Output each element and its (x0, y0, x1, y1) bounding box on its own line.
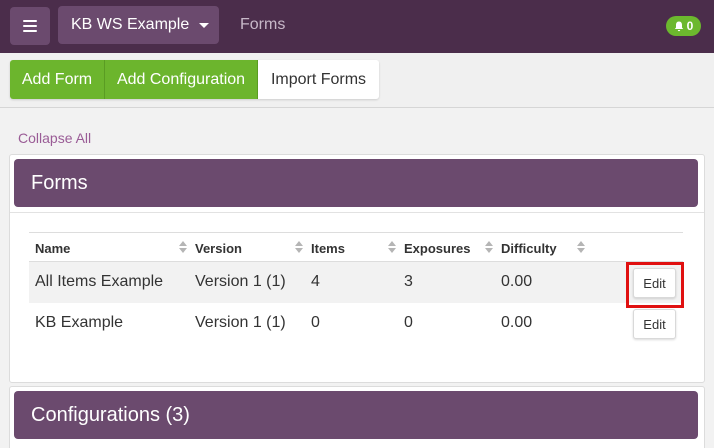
configurations-panel: Configurations (3) (9, 386, 705, 448)
bell-icon (674, 21, 683, 31)
cell-items: 4 (311, 273, 320, 290)
sort-icon[interactable] (179, 241, 187, 254)
toolbar-button-group: Add Form Add Configuration Import Forms (10, 60, 379, 99)
menu-button[interactable] (10, 7, 50, 45)
column-header-exposures[interactable]: Exposures (404, 241, 470, 256)
sort-icon[interactable] (388, 241, 396, 254)
configurations-panel-header[interactable]: Configurations (3) (14, 391, 698, 439)
page-title: Forms (240, 16, 286, 33)
column-header-difficulty[interactable]: Difficulty (501, 241, 557, 256)
table-row: KB Example Version 1 (1) 0 0 0.00 Edit (29, 303, 683, 344)
column-header-name[interactable]: Name (35, 241, 70, 256)
import-forms-button[interactable]: Import Forms (258, 60, 379, 99)
collapse-all-link[interactable]: Collapse All (18, 130, 91, 146)
notifications-badge[interactable]: 0 (666, 16, 701, 36)
notification-count: 0 (686, 19, 694, 33)
cell-name: All Items Example (35, 273, 164, 290)
cell-version: Version 1 (1) (195, 314, 286, 331)
caret-down-icon (199, 22, 210, 28)
workspace-dropdown[interactable]: KB WS Example (58, 6, 219, 44)
column-header-items[interactable]: Items (311, 241, 345, 256)
forms-panel-title: Forms (31, 171, 88, 194)
cell-difficulty: 0.00 (501, 314, 533, 331)
divider (10, 212, 704, 213)
sort-icon[interactable] (577, 241, 585, 254)
add-form-button[interactable]: Add Form (10, 60, 105, 99)
sort-icon[interactable] (485, 241, 493, 254)
cell-difficulty: 0.00 (501, 273, 533, 290)
table-header-row: Name Version Items Exposures Difficulty (29, 232, 683, 262)
cell-exposures: 0 (404, 314, 413, 331)
toolbar: Add Form Add Configuration Import Forms (0, 53, 714, 108)
workspace-label: KB WS Example (71, 16, 190, 33)
configurations-panel-title: Configurations (3) (31, 403, 190, 426)
highlight-box (626, 262, 684, 308)
column-header-version[interactable]: Version (195, 241, 242, 256)
add-configuration-button[interactable]: Add Configuration (105, 60, 258, 99)
cell-exposures: 3 (404, 273, 413, 290)
sort-icon[interactable] (295, 241, 303, 254)
cell-name: KB Example (35, 314, 124, 331)
edit-button[interactable]: Edit (633, 309, 676, 339)
top-navbar: KB WS Example Forms 0 (0, 0, 714, 53)
table-row: All Items Example Version 1 (1) 4 3 0.00… (29, 262, 683, 303)
forms-panel-header[interactable]: Forms (14, 159, 698, 207)
cell-version: Version 1 (1) (195, 273, 286, 290)
cell-items: 0 (311, 314, 320, 331)
menu-icon (23, 20, 37, 32)
